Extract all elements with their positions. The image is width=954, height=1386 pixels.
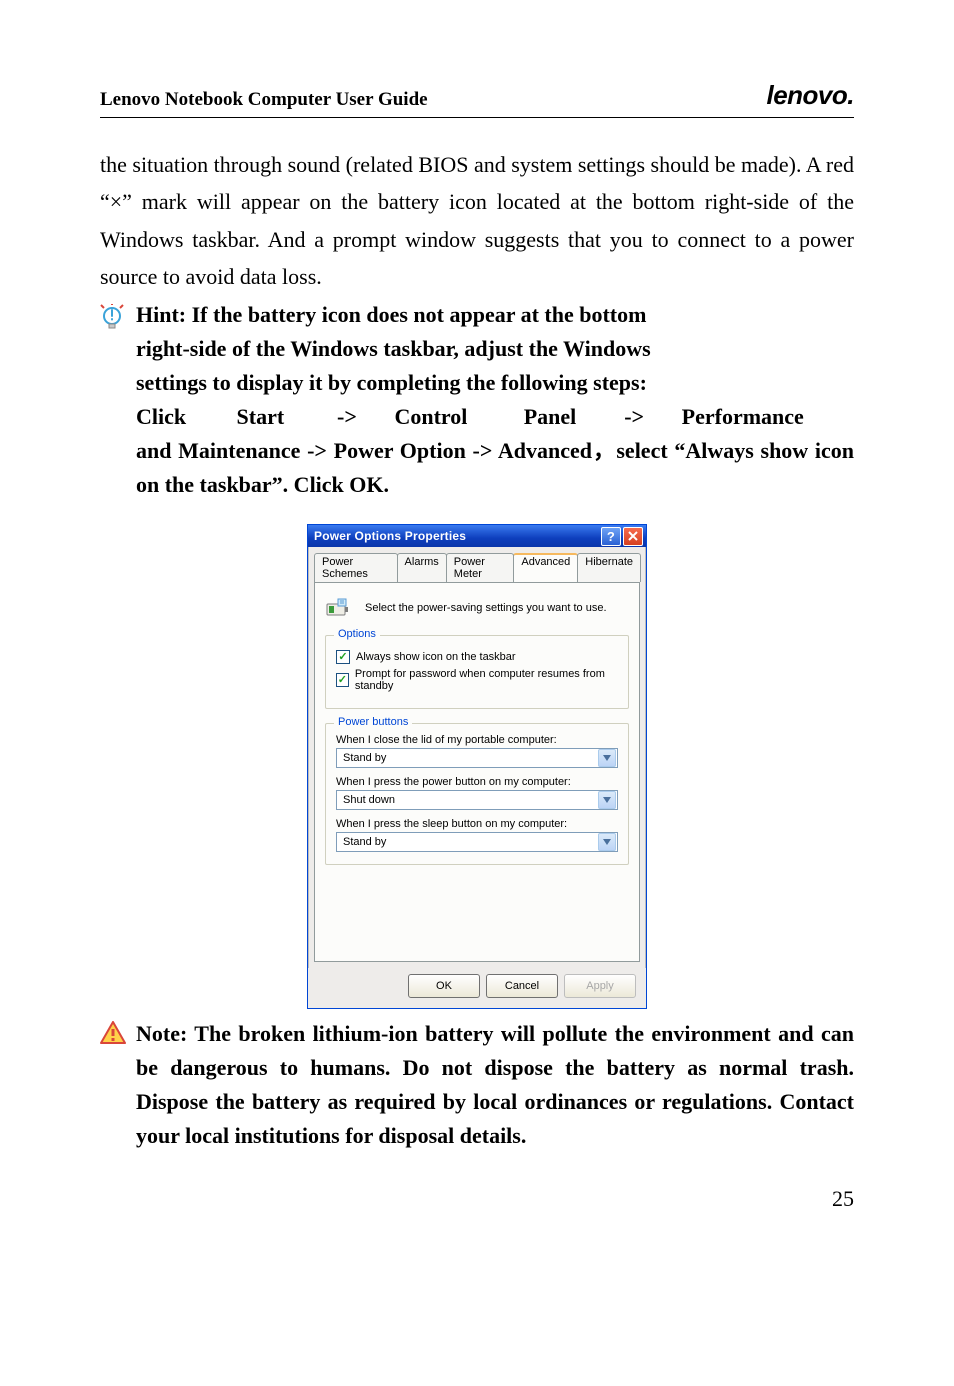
hint-line1: Hint: If the battery icon does not appea… bbox=[136, 302, 646, 327]
chevron-down-icon bbox=[598, 833, 616, 851]
hint-line4b: and Maintenance -> Power Option -> Advan… bbox=[136, 438, 854, 497]
sleep-button-select[interactable]: Stand by bbox=[336, 832, 618, 852]
tab-power-schemes[interactable]: Power Schemes bbox=[314, 553, 398, 582]
chevron-down-icon bbox=[598, 749, 616, 767]
power-buttons-legend: Power buttons bbox=[334, 716, 412, 728]
dialog-description: Select the power-saving settings you wan… bbox=[365, 602, 607, 614]
help-button[interactable]: ? bbox=[601, 527, 621, 546]
checkbox-show-icon-label: Always show icon on the taskbar bbox=[356, 651, 516, 663]
hint-bulb-icon bbox=[100, 298, 136, 337]
hint-line3: settings to display it by completing the… bbox=[136, 370, 647, 395]
checkbox-prompt-password[interactable]: ✓ bbox=[336, 673, 349, 687]
doc-header-title: Lenovo Notebook Computer User Guide bbox=[100, 89, 428, 111]
tab-strip: Power Schemes Alarms Power Meter Advance… bbox=[314, 553, 640, 582]
ok-button[interactable]: OK bbox=[408, 974, 480, 998]
checkbox-prompt-password-label: Prompt for password when computer resume… bbox=[355, 668, 618, 692]
page-number: 25 bbox=[100, 1186, 854, 1212]
hint-line2: right-side of the Windows taskbar, adjus… bbox=[136, 336, 651, 361]
tab-alarms[interactable]: Alarms bbox=[397, 553, 447, 582]
sleep-button-label: When I press the sleep button on my comp… bbox=[336, 818, 618, 830]
dialog-button-row: OK Cancel Apply bbox=[308, 968, 646, 1008]
power-buttons-fieldset: Power buttons When I close the lid of my… bbox=[325, 723, 629, 865]
options-legend: Options bbox=[334, 628, 380, 640]
lid-close-label: When I close the lid of my portable comp… bbox=[336, 734, 618, 746]
power-options-dialog: Power Options Properties ? Power Schemes… bbox=[307, 524, 647, 1009]
battery-icon bbox=[325, 593, 355, 623]
checkbox-show-icon[interactable]: ✓ bbox=[336, 650, 350, 664]
close-button[interactable] bbox=[623, 527, 643, 546]
power-button-value: Shut down bbox=[343, 794, 395, 806]
warning-icon bbox=[100, 1017, 136, 1050]
lid-close-select[interactable]: Stand by bbox=[336, 748, 618, 768]
hint-text: Hint: If the battery icon does not appea… bbox=[136, 298, 854, 503]
sleep-button-value: Stand by bbox=[343, 836, 386, 848]
dialog-title: Power Options Properties bbox=[314, 529, 466, 543]
power-button-label: When I press the power button on my comp… bbox=[336, 776, 618, 788]
tab-body-advanced: Select the power-saving settings you wan… bbox=[314, 582, 640, 962]
power-button-select[interactable]: Shut down bbox=[336, 790, 618, 810]
note-text: Note: The broken lithium-ion battery wil… bbox=[136, 1017, 854, 1153]
body-paragraph: the situation through sound (related BIO… bbox=[100, 146, 854, 296]
cancel-button[interactable]: Cancel bbox=[486, 974, 558, 998]
dialog-titlebar[interactable]: Power Options Properties ? bbox=[308, 525, 646, 547]
lid-close-value: Stand by bbox=[343, 752, 386, 764]
options-fieldset: Options ✓ Always show icon on the taskba… bbox=[325, 635, 629, 709]
apply-button[interactable]: Apply bbox=[564, 974, 636, 998]
tab-advanced[interactable]: Advanced bbox=[513, 553, 578, 582]
tab-hibernate[interactable]: Hibernate bbox=[577, 553, 641, 582]
lenovo-logo: lenovo. bbox=[766, 80, 854, 111]
chevron-down-icon bbox=[598, 791, 616, 809]
tab-power-meter[interactable]: Power Meter bbox=[446, 553, 515, 582]
